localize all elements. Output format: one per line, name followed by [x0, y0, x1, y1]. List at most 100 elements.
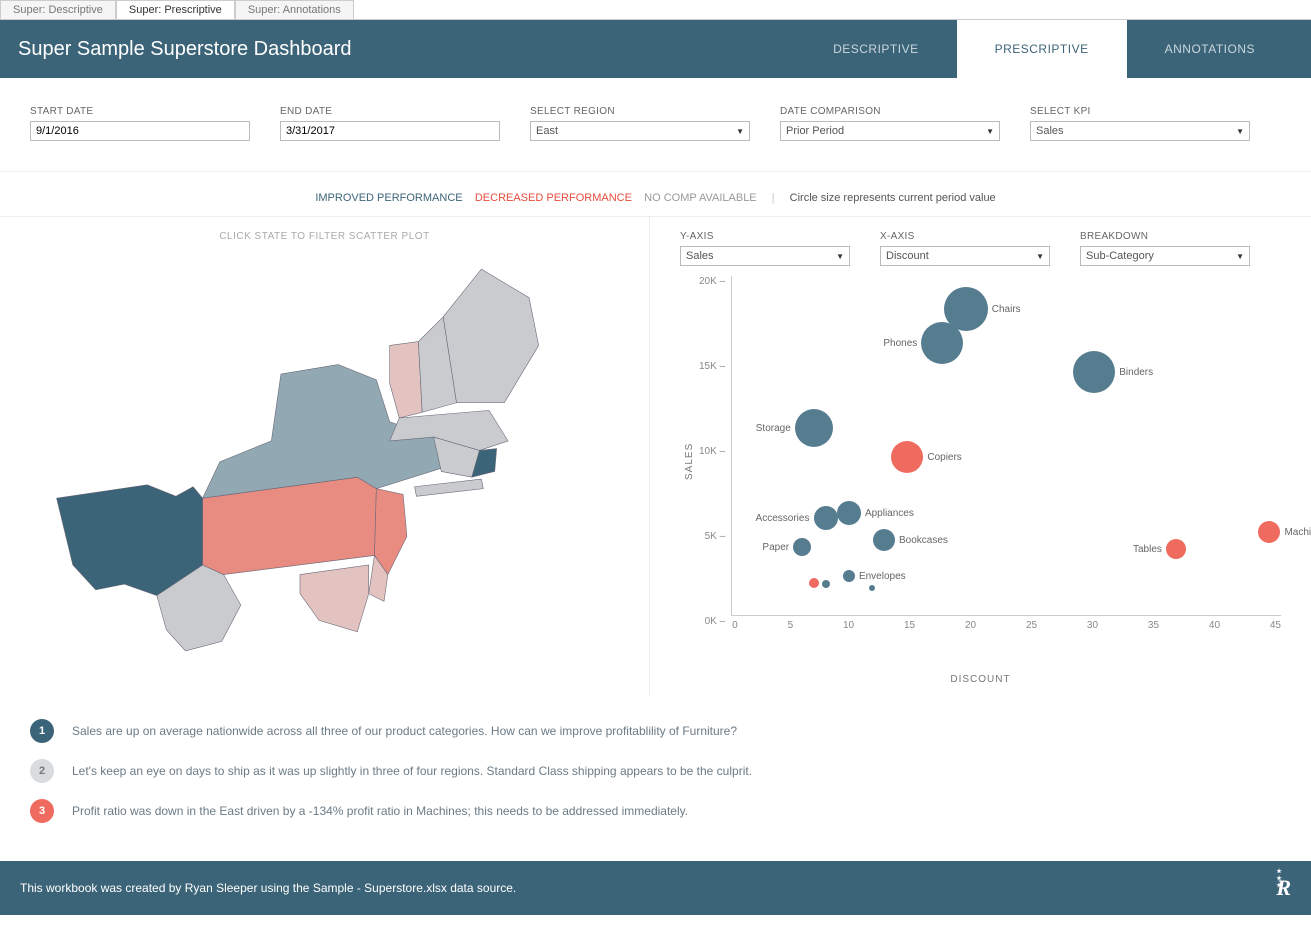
caret-down-icon: ▼	[986, 127, 994, 136]
end-date-label: END DATE	[280, 106, 500, 117]
breakdown-select[interactable]: Sub-Category ▼	[1080, 246, 1250, 266]
xaxis-value: Discount	[886, 250, 929, 262]
start-date-input[interactable]	[30, 121, 250, 141]
state-ohio[interactable]	[57, 485, 203, 596]
bubble-label: Copiers	[927, 452, 961, 463]
region-label: SELECT REGION	[530, 106, 750, 117]
state-maryland[interactable]	[300, 565, 369, 632]
insight-3-text: Profit ratio was down in the East driven…	[72, 804, 688, 818]
nav-tabs: DESCRIPTIVE PRESCRIPTIVE ANNOTATIONS	[795, 20, 1293, 78]
state-long-island[interactable]	[415, 479, 484, 496]
region-value: East	[536, 125, 558, 137]
bubble-tables[interactable]	[1166, 539, 1186, 559]
caret-down-icon: ▼	[736, 127, 744, 136]
bubble-label: Chairs	[992, 304, 1021, 315]
bubble-machines[interactable]	[1258, 521, 1280, 543]
bubble-accessories[interactable]	[814, 506, 838, 530]
tab-prescriptive[interactable]: Super: Prescriptive	[116, 0, 235, 19]
badge-2: 2	[30, 759, 54, 783]
caret-down-icon: ▼	[1036, 252, 1044, 261]
breakdown-value: Sub-Category	[1086, 250, 1154, 262]
bubble-art[interactable]	[809, 578, 819, 588]
bubble-copiers[interactable]	[891, 441, 923, 473]
filter-bar: START DATE END DATE SELECT REGION East ▼…	[0, 78, 1311, 172]
map-title: CLICK STATE TO FILTER SCATTER PLOT	[20, 231, 629, 242]
bubble-binders[interactable]	[1073, 351, 1115, 393]
bubble-fasteners[interactable]	[869, 585, 875, 591]
caret-down-icon: ▼	[1236, 252, 1244, 261]
x-axis-title: DISCOUNT	[680, 674, 1281, 685]
nav-descriptive[interactable]: DESCRIPTIVE	[795, 20, 957, 78]
kpi-value: Sales	[1036, 125, 1064, 137]
bubble-label: Accessories	[756, 513, 810, 524]
bubble-label: Appliances	[865, 508, 914, 519]
footer-text: This workbook was created by Ryan Sleepe…	[20, 881, 516, 895]
insight-row: 1 Sales are up on average nationwide acr…	[30, 719, 1281, 743]
bubble-labels[interactable]	[822, 580, 830, 588]
legend-note: Circle size represents current period va…	[790, 192, 996, 204]
bubble-bookcases[interactable]	[873, 529, 895, 551]
legend-decreased: DECREASED PERFORMANCE	[475, 192, 632, 204]
bubble-phones[interactable]	[921, 322, 963, 364]
legend: IMPROVED PERFORMANCE DECREASED PERFORMAN…	[0, 172, 1311, 217]
yaxis-select[interactable]: Sales ▼	[680, 246, 850, 266]
x-axis-ticks: 051015202530354045	[732, 620, 1281, 631]
bubble-envelopes[interactable]	[843, 570, 855, 582]
header: Super Sample Superstore Dashboard DESCRI…	[0, 20, 1311, 78]
badge-3: 3	[30, 799, 54, 823]
breakdown-label: BREAKDOWN	[1080, 231, 1250, 242]
scatter-pane: Y-AXIS Sales ▼ X-AXIS Discount ▼ BREAKDO…	[650, 217, 1311, 697]
map-pane: CLICK STATE TO FILTER SCATTER PLOT	[0, 217, 650, 697]
bubble-label: Bookcases	[899, 535, 948, 546]
insights: 1 Sales are up on average nationwide acr…	[0, 697, 1311, 861]
caret-down-icon: ▼	[1236, 127, 1244, 136]
insight-row: 3 Profit ratio was down in the East driv…	[30, 799, 1281, 823]
y-axis-ticks: 20K –15K –10K –5K –0K –	[699, 276, 731, 646]
end-date-input[interactable]	[280, 121, 500, 141]
caret-down-icon: ▼	[836, 252, 844, 261]
footer: This workbook was created by Ryan Sleepe…	[0, 861, 1311, 915]
workbook-tabs: Super: Descriptive Super: Prescriptive S…	[0, 0, 1311, 20]
bubble-label: Paper	[762, 542, 789, 553]
insight-2-text: Let's keep an eye on days to ship as it …	[72, 764, 752, 778]
bubble-label: Tables	[1133, 544, 1162, 555]
region-select[interactable]: East ▼	[530, 121, 750, 141]
comparison-label: DATE COMPARISON	[780, 106, 1000, 117]
state-maine[interactable]	[443, 269, 538, 403]
bubble-label: Binders	[1119, 367, 1153, 378]
bubble-appliances[interactable]	[837, 501, 861, 525]
legend-improved: IMPROVED PERFORMANCE	[315, 192, 462, 204]
insight-row: 2 Let's keep an eye on days to ship as i…	[30, 759, 1281, 783]
bubble-label: Machines	[1284, 527, 1311, 538]
tab-annotations[interactable]: Super: Annotations	[235, 0, 354, 19]
us-east-map[interactable]	[20, 250, 580, 670]
comparison-select[interactable]: Prior Period ▼	[780, 121, 1000, 141]
kpi-label: SELECT KPI	[1030, 106, 1250, 117]
bubble-storage[interactable]	[795, 409, 833, 447]
kpi-select[interactable]: Sales ▼	[1030, 121, 1250, 141]
xaxis-label: X-AXIS	[880, 231, 1050, 242]
xaxis-select[interactable]: Discount ▼	[880, 246, 1050, 266]
yaxis-label: Y-AXIS	[680, 231, 850, 242]
state-vermont[interactable]	[390, 342, 422, 418]
bubble-paper[interactable]	[793, 538, 811, 556]
insight-1-text: Sales are up on average nationwide acros…	[72, 724, 737, 738]
yaxis-value: Sales	[686, 250, 714, 262]
legend-nocomp: NO COMP AVAILABLE	[644, 192, 757, 204]
main-area: CLICK STATE TO FILTER SCATTER PLOT	[0, 217, 1311, 697]
start-date-label: START DATE	[30, 106, 250, 117]
y-axis-title: SALES	[680, 276, 699, 646]
scatter-chart: SALES 20K –15K –10K –5K –0K – 0510152025…	[680, 276, 1281, 646]
nav-annotations[interactable]: ANNOTATIONS	[1127, 20, 1293, 78]
tab-descriptive[interactable]: Super: Descriptive	[0, 0, 116, 19]
state-new-jersey[interactable]	[374, 489, 406, 575]
footer-logo-icon: R	[1276, 875, 1291, 901]
badge-1: 1	[30, 719, 54, 743]
bubble-label: Phones	[883, 338, 917, 349]
nav-prescriptive[interactable]: PRESCRIPTIVE	[957, 20, 1127, 78]
bubble-label: Envelopes	[859, 571, 906, 582]
comparison-value: Prior Period	[786, 125, 844, 137]
bubble-label: Storage	[756, 423, 791, 434]
page-title: Super Sample Superstore Dashboard	[18, 38, 795, 61]
plot-area[interactable]: 051015202530354045 ChairsPhonesBindersSt…	[731, 276, 1281, 616]
